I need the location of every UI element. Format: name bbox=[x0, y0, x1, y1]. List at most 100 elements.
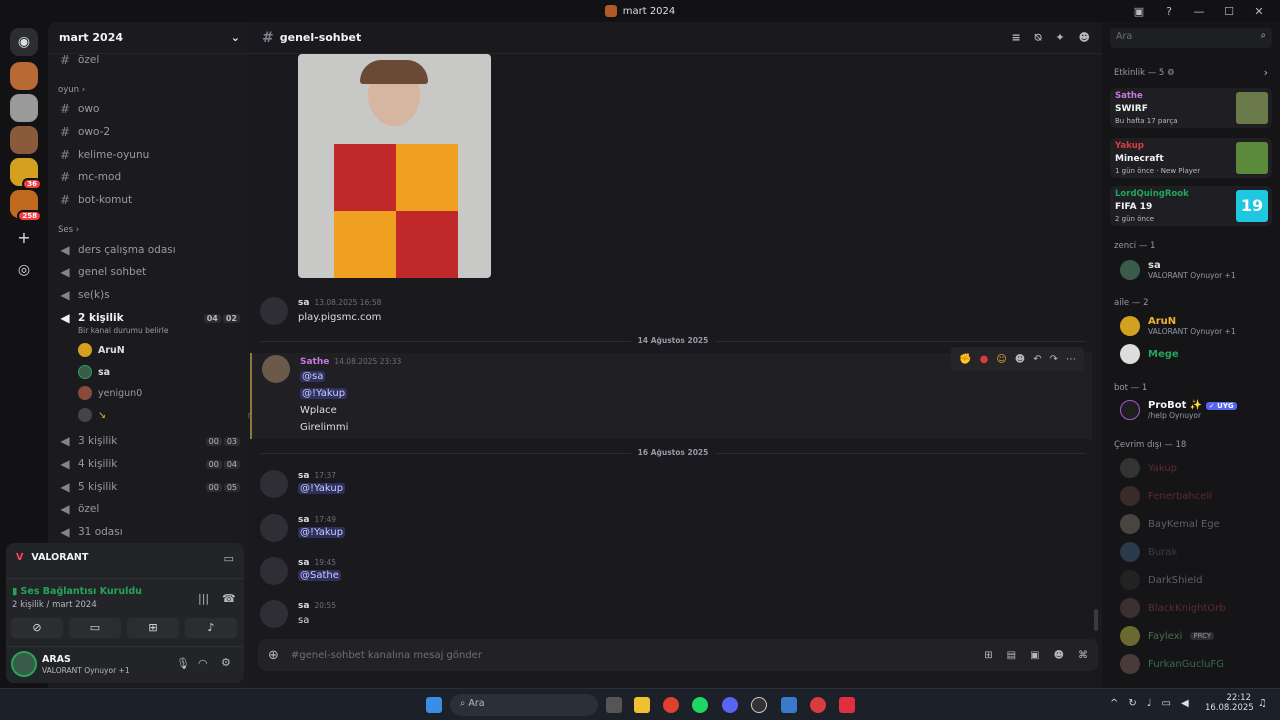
message[interactable]: sa 17:37 @!Yakup bbox=[260, 468, 1090, 502]
spotify-icon[interactable] bbox=[692, 697, 708, 713]
avatar[interactable] bbox=[262, 355, 290, 383]
app-icon[interactable] bbox=[810, 697, 826, 713]
activity-card[interactable]: LordQuingRook FIFA 19 2 gün önce 19 bbox=[1110, 186, 1272, 226]
voice-channel-ders[interactable]: ◀ ders çalışma odası bbox=[58, 240, 240, 260]
sticker-icon[interactable]: ▣ bbox=[1030, 650, 1039, 661]
activity-card[interactable]: Sathe SWIRF Bu hafta 17 parça bbox=[1110, 88, 1272, 128]
channel-kelime-oyunu[interactable]: # kelime-oyunu bbox=[58, 145, 240, 165]
app-icon[interactable] bbox=[751, 697, 767, 713]
server-3[interactable] bbox=[10, 126, 38, 154]
notification-bell-icon[interactable]: ⍉ bbox=[1035, 31, 1042, 45]
server-2[interactable] bbox=[10, 94, 38, 122]
chrome-icon[interactable] bbox=[663, 697, 679, 713]
member-offline[interactable]: BayKemal Ege bbox=[1120, 514, 1220, 534]
voice-user[interactable]: AruN bbox=[78, 343, 125, 357]
voice-channel-5-kisilik[interactable]: ◀ 5 kişilik 00 05 bbox=[58, 477, 240, 497]
mention[interactable]: @!Yakup bbox=[298, 527, 346, 538]
voice-user[interactable]: yenigun0 bbox=[78, 386, 142, 400]
maximize-button[interactable]: ☐ bbox=[1214, 5, 1244, 18]
member-offline[interactable]: FenerbahceIl bbox=[1120, 486, 1212, 506]
avatar[interactable] bbox=[260, 600, 288, 628]
user-avatar[interactable] bbox=[11, 651, 37, 677]
avatar[interactable] bbox=[260, 297, 288, 325]
add-server-icon[interactable]: + bbox=[10, 224, 38, 252]
gear-icon[interactable]: ⚙ bbox=[221, 656, 231, 669]
more-icon[interactable]: ⋯ bbox=[1066, 354, 1076, 365]
camera-off-button[interactable]: ⊘ bbox=[11, 618, 63, 638]
help-icon[interactable]: ? bbox=[1154, 5, 1184, 18]
reaction-thumb-icon[interactable]: ✊ bbox=[959, 354, 971, 365]
member[interactable]: ProBot ✨ ✓ UYG/help Oynuyor bbox=[1120, 400, 1237, 420]
message[interactable]: sa 20:55 sa bbox=[260, 598, 1090, 632]
attached-image[interactable] bbox=[298, 54, 491, 278]
reaction-red-circle-icon[interactable]: ● bbox=[980, 354, 989, 365]
channel-status[interactable]: Bir kanal durumu belirle bbox=[78, 326, 168, 335]
mention[interactable]: @!Yakup bbox=[300, 388, 348, 399]
valorant-icon[interactable] bbox=[839, 697, 855, 713]
task-view-icon[interactable] bbox=[606, 697, 622, 713]
connection-status[interactable]: ▮ Ses Bağlantısı Kuruldu bbox=[12, 586, 142, 597]
discord-home-icon[interactable]: ◉ bbox=[10, 28, 38, 56]
category-ses[interactable]: Ses › bbox=[58, 225, 79, 235]
mention[interactable]: @sa bbox=[300, 371, 326, 382]
voice-channel-genel[interactable]: ◀ genel sohbet bbox=[58, 262, 240, 282]
clock[interactable]: 22:12 16.08.2025 bbox=[1205, 693, 1254, 713]
system-tray[interactable]: ^ ↻ ♩ ▭ ◀ bbox=[1110, 698, 1189, 709]
server-5[interactable]: 258 bbox=[10, 190, 42, 222]
avatar[interactable] bbox=[260, 557, 288, 585]
server-mart-2024[interactable] bbox=[10, 62, 38, 90]
scrollbar-thumb[interactable] bbox=[1094, 609, 1098, 631]
member-offline[interactable]: Faylexi PRCY bbox=[1120, 626, 1215, 646]
message-hovered[interactable]: Sathe 14.08.2025 23:33 @sa @!Yakup Wplace… bbox=[250, 347, 1092, 439]
activity-header[interactable]: Etkinlik — 5 ⚙ bbox=[1114, 68, 1175, 78]
channel-bot-komut[interactable]: # bot-komut bbox=[58, 190, 240, 210]
soundboard-button[interactable]: ♪ bbox=[185, 618, 237, 638]
mention[interactable]: @!Yakup bbox=[298, 483, 346, 494]
voice-channel-31[interactable]: ◀ 31 odası bbox=[58, 522, 240, 542]
discord-icon[interactable] bbox=[722, 697, 738, 713]
apps-icon[interactable]: ⌘ bbox=[1078, 650, 1088, 661]
chevron-right-icon[interactable]: › bbox=[1264, 66, 1268, 79]
noise-suppression-icon[interactable]: ||| bbox=[198, 592, 209, 605]
screen-share-icon[interactable]: ▭ bbox=[224, 552, 234, 565]
voice-channel-seks[interactable]: ◀ se(k)s bbox=[58, 285, 240, 305]
avatar[interactable] bbox=[260, 470, 288, 498]
member[interactable]: AruN VALORANT Oynuyor +1 bbox=[1120, 316, 1236, 336]
voice-channel-ozel[interactable]: ◀ özel bbox=[58, 499, 240, 519]
member-list-icon[interactable]: ☻ bbox=[1079, 31, 1090, 45]
microphone-icon[interactable]: 🎙 bbox=[176, 657, 190, 670]
emoji-icon[interactable]: ☻ bbox=[1054, 650, 1064, 661]
activities-button[interactable]: ⊞ bbox=[127, 618, 179, 638]
add-attachment-icon[interactable]: ⊕ bbox=[268, 648, 279, 663]
voice-channel-info[interactable]: 2 kişilik / mart 2024 bbox=[12, 600, 97, 610]
game-activity[interactable]: V VALORANT bbox=[16, 552, 88, 563]
member-offline[interactable]: FurkanGucluFG bbox=[1120, 654, 1224, 674]
mention[interactable]: @Sathe bbox=[298, 570, 341, 581]
pin-icon[interactable]: ✦ bbox=[1055, 31, 1064, 45]
gift-icon[interactable]: ⊞ bbox=[984, 650, 992, 661]
member[interactable]: sa VALORANT Oynuyor +1 bbox=[1120, 260, 1236, 280]
close-button[interactable]: ✕ bbox=[1244, 5, 1274, 18]
avatar[interactable] bbox=[260, 514, 288, 542]
channel-owo[interactable]: # owo bbox=[58, 99, 240, 119]
file-explorer-icon[interactable] bbox=[634, 697, 650, 713]
discover-icon[interactable]: ◎ bbox=[10, 256, 38, 284]
gif-icon[interactable]: ▤ bbox=[1007, 650, 1016, 661]
channel-mc-mod[interactable]: # mc-mod bbox=[58, 167, 240, 187]
share-screen-button[interactable]: ▭ bbox=[69, 618, 121, 638]
search-input[interactable]: Ara ⌕ bbox=[1110, 28, 1272, 48]
voice-user[interactable]: ↘⦸ bbox=[78, 408, 254, 422]
threads-icon[interactable]: ≡ bbox=[1011, 31, 1020, 45]
start-button[interactable] bbox=[426, 697, 442, 713]
message-input[interactable]: ⊕ #genel-sohbet kanalına mesaj gönder ⊞ … bbox=[258, 639, 1098, 671]
voice-channel-3-kisilik[interactable]: ◀ 3 kişilik 00 03 bbox=[58, 431, 240, 451]
inbox-icon[interactable]: ▣ bbox=[1124, 5, 1154, 18]
member-offline[interactable]: Yakup bbox=[1120, 458, 1177, 478]
forward-icon[interactable]: ↷ bbox=[1050, 354, 1058, 365]
member-offline[interactable]: Burak bbox=[1120, 542, 1177, 562]
member[interactable]: Mege bbox=[1120, 344, 1179, 364]
app-icon[interactable] bbox=[781, 697, 797, 713]
minimize-button[interactable]: — bbox=[1184, 5, 1214, 18]
message[interactable]: sa 13.08.2025 16:58 play.pigsmc.com bbox=[260, 295, 1090, 329]
reaction-laugh-icon[interactable]: ☺ bbox=[996, 354, 1006, 365]
